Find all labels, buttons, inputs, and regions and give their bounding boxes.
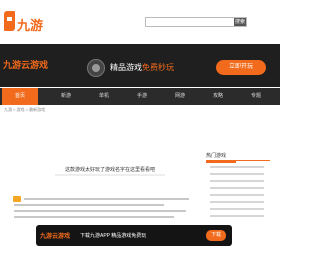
sidebar-item[interactable]	[210, 215, 264, 217]
article-text-line	[14, 210, 186, 212]
nav-item-online[interactable]: 网游	[162, 88, 198, 105]
play-now-button[interactable]: 立即开玩	[216, 60, 266, 75]
sidebar-item[interactable]	[210, 208, 264, 210]
logo-text: 九游	[17, 18, 44, 33]
folder-icon	[13, 196, 21, 202]
sidebar-item[interactable]	[210, 166, 264, 168]
sidebar-tab-hot[interactable]: 热门游戏	[206, 152, 236, 163]
sidebar-item[interactable]	[210, 173, 264, 175]
nav-item-guide[interactable]: 攻略	[200, 88, 236, 105]
sidebar-divider	[206, 160, 270, 161]
nav-item-mobile[interactable]: 手游	[124, 88, 160, 105]
article-text-line	[14, 204, 164, 206]
download-float-bar: 九游云游戏 下载九游APP 精品游戏免费玩 下载	[36, 225, 232, 246]
download-button[interactable]: 下载	[206, 230, 226, 241]
sidebar-item[interactable]	[210, 180, 264, 182]
sidebar-item[interactable]	[210, 187, 264, 189]
float-logo: 九游云游戏	[40, 234, 71, 240]
article-meta	[55, 174, 165, 176]
logo-mark-icon	[4, 11, 15, 31]
article-title: 这款游戏太好玩了游戏名字在这里看看吧	[64, 167, 155, 173]
promo-prefix: 精品游戏	[110, 63, 142, 72]
site-logo[interactable]: 九游	[4, 10, 44, 34]
nav-item-new[interactable]: 新游	[48, 88, 84, 105]
main-nav: 首页 新游 单机 手游 网游 攻略 专题	[0, 88, 280, 105]
nav-item-single[interactable]: 单机	[86, 88, 122, 105]
sidebar-item[interactable]	[210, 194, 264, 196]
game-controller-icon	[87, 59, 105, 77]
promo-banner: 九游云游戏 精品游戏免费秒玩 立即开玩	[0, 44, 280, 87]
promo-highlight: 免费秒玩	[142, 63, 174, 72]
banner-promo-text: 精品游戏免费秒玩	[110, 62, 174, 73]
search-button[interactable]: 搜索	[234, 18, 246, 26]
article-text-line	[14, 216, 174, 218]
banner-logo[interactable]: 九游云游戏	[3, 58, 48, 71]
nav-item-topic[interactable]: 专题	[238, 88, 274, 105]
article-text-line	[24, 198, 189, 200]
search-box: 搜索	[145, 17, 247, 27]
breadcrumb[interactable]: 九游 > 游戏 > 最新游戏	[4, 107, 45, 113]
float-text: 下载九游APP 精品游戏免费玩	[80, 233, 147, 239]
search-input[interactable]	[146, 18, 228, 26]
nav-item-home[interactable]: 首页	[2, 88, 38, 105]
site-header: 九游 搜索	[0, 0, 280, 44]
sidebar-item[interactable]	[210, 201, 264, 203]
